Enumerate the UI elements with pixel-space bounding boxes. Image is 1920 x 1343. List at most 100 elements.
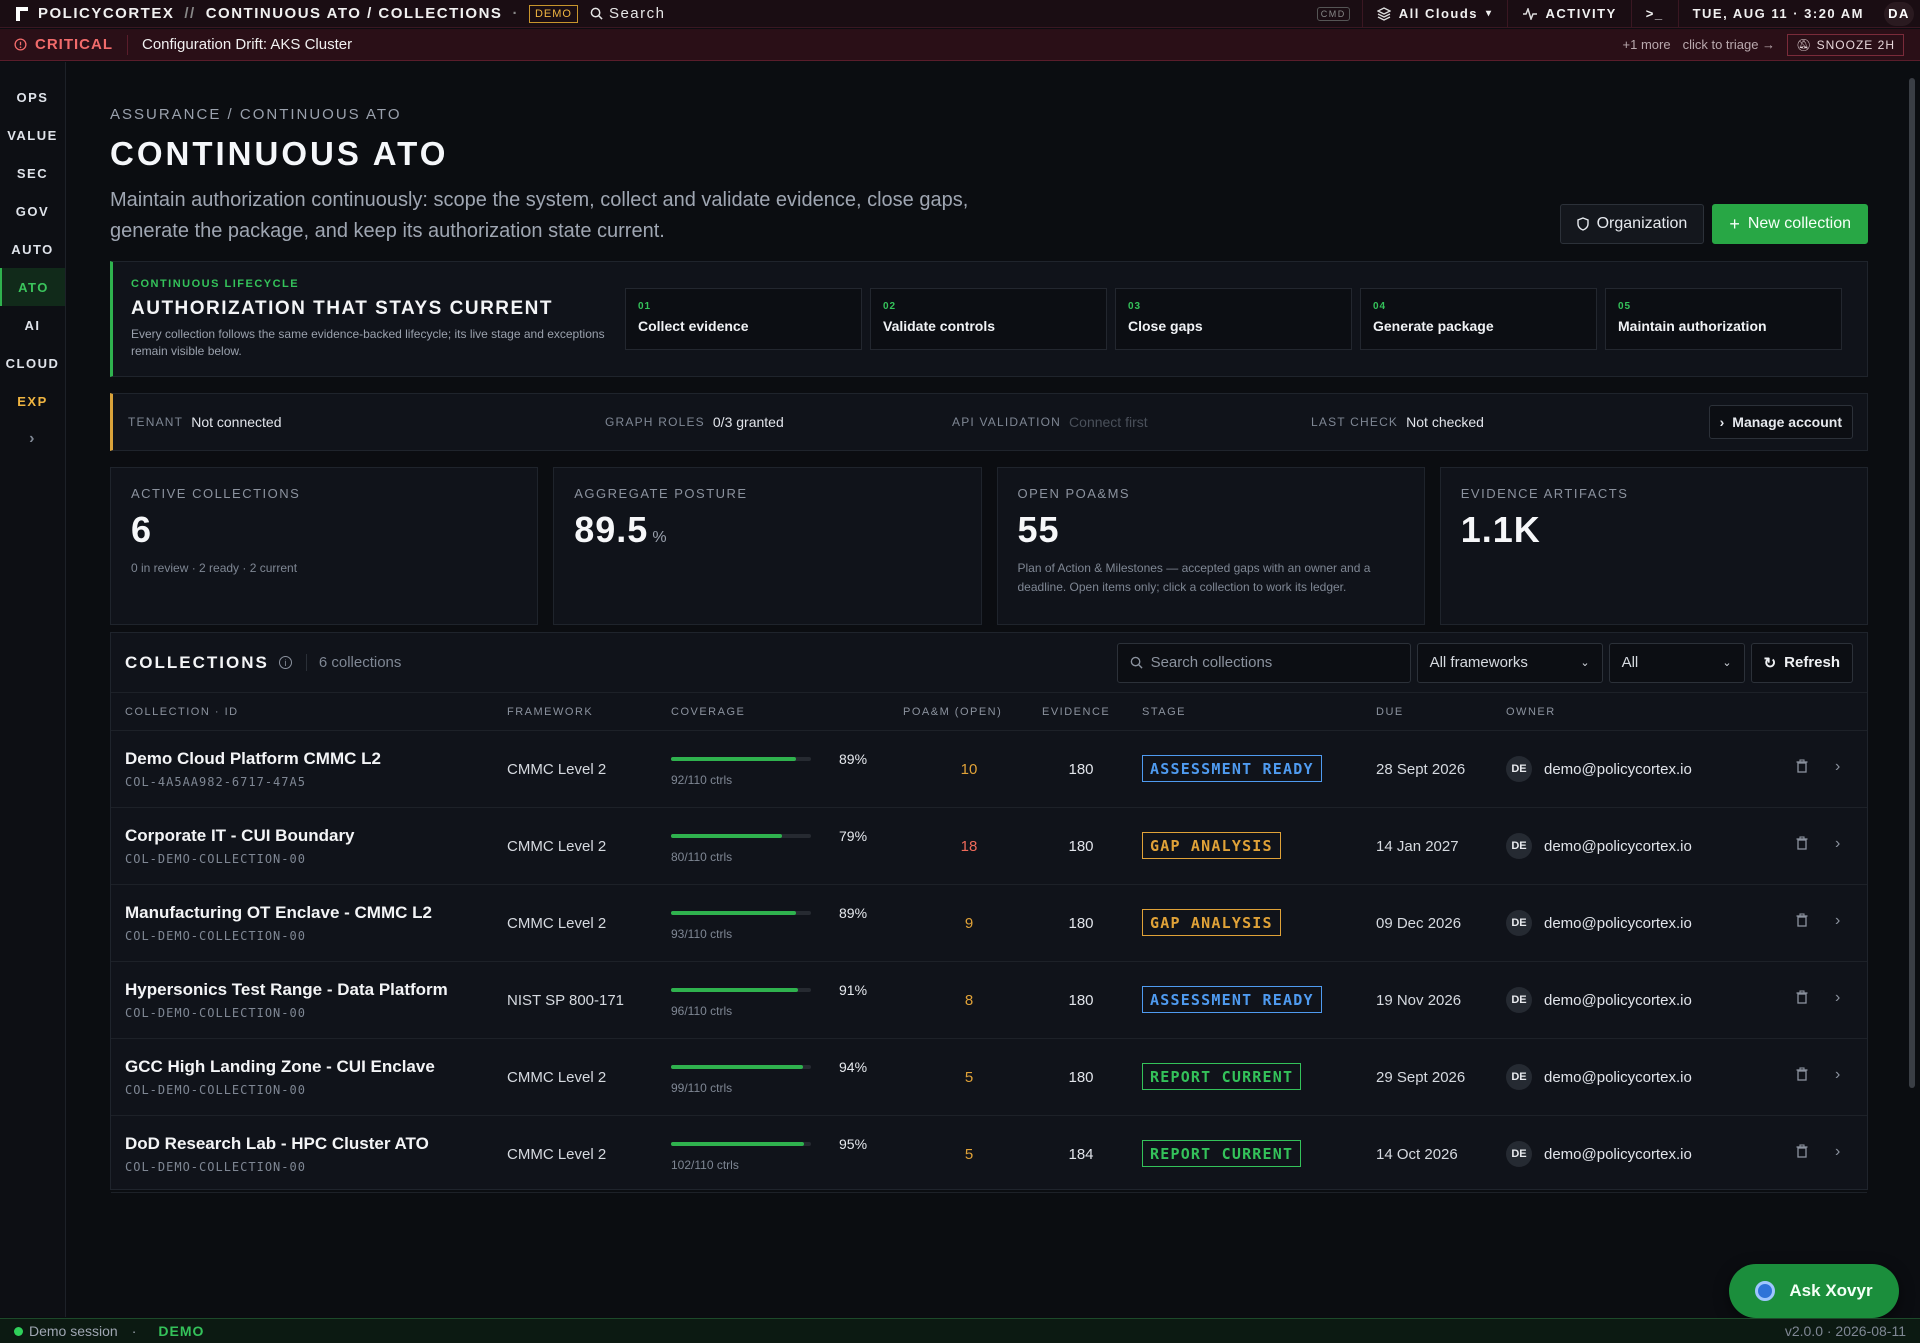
last-check-value: Not checked bbox=[1406, 414, 1484, 430]
collections-title: COLLECTIONS bbox=[125, 652, 269, 672]
coverage-percent: 79% bbox=[839, 828, 868, 844]
collection-framework: CMMC Level 2 bbox=[507, 1146, 607, 1163]
coverage-percent: 94% bbox=[839, 1059, 868, 1075]
sidebar-item-gov[interactable]: GOV bbox=[0, 192, 65, 230]
cloud-selector[interactable]: All Clouds ▾ bbox=[1361, 0, 1507, 28]
row-chevron-right-icon[interactable]: › bbox=[1835, 1143, 1840, 1161]
sidebar-expand-chevron-icon[interactable]: › bbox=[0, 420, 65, 458]
logo-icon bbox=[16, 6, 28, 21]
coverage-controls: 99/110 ctrls bbox=[671, 1081, 733, 1095]
collection-name[interactable]: Manufacturing OT Enclave - CMMC L2 bbox=[125, 903, 432, 923]
breadcrumb: ASSURANCE / CONTINUOUS ATO bbox=[110, 106, 402, 123]
alert-triage[interactable]: click to triage → bbox=[1683, 37, 1775, 52]
sidebar-item-auto[interactable]: AUTO bbox=[0, 230, 65, 268]
framework-select[interactable]: All frameworks ⌄ bbox=[1416, 642, 1603, 683]
alert-bar[interactable]: CRITICAL Configuration Drift: AKS Cluste… bbox=[0, 29, 1920, 61]
due-date: 29 Sept 2026 bbox=[1376, 1069, 1466, 1086]
new-collection-button[interactable]: + New collection bbox=[1712, 204, 1868, 244]
step-number: 04 bbox=[1373, 301, 1387, 312]
kpi-value: 55 bbox=[1017, 509, 1060, 550]
table-row[interactable]: GCC High Landing Zone - CUI Enclave COL-D… bbox=[111, 1039, 1867, 1116]
table-row[interactable]: Manufacturing OT Enclave - CMMC L2 COL-DE… bbox=[111, 885, 1867, 962]
kpi-label: AGGREGATE POSTURE bbox=[574, 486, 748, 501]
due-date: 19 Nov 2026 bbox=[1376, 992, 1462, 1009]
collection-framework: CMMC Level 2 bbox=[507, 761, 607, 778]
delete-icon[interactable] bbox=[1796, 1144, 1808, 1162]
terminal-button[interactable]: >_ bbox=[1630, 0, 1678, 28]
row-chevron-right-icon[interactable]: › bbox=[1835, 835, 1840, 853]
row-chevron-right-icon[interactable]: › bbox=[1835, 989, 1840, 1007]
activity-button[interactable]: ACTIVITY bbox=[1506, 0, 1631, 28]
coverage-bar-fill bbox=[671, 1142, 804, 1146]
delete-icon[interactable] bbox=[1796, 913, 1808, 931]
ask-xovyr-button[interactable]: Ask Xovyr bbox=[1729, 1264, 1899, 1318]
row-chevron-right-icon[interactable]: › bbox=[1835, 912, 1840, 930]
snooze-button[interactable]: 🔕︎ SNOOZE 2H bbox=[1787, 33, 1904, 56]
col-header-owner[interactable]: OWNER bbox=[1506, 706, 1556, 718]
col-header-framework[interactable]: FRAMEWORK bbox=[507, 706, 593, 718]
table-row[interactable]: Corporate IT - CUI Boundary COL-DEMO-COLL… bbox=[111, 808, 1867, 885]
table-row[interactable]: DoD Research Lab - HPC Cluster ATO COL-DE… bbox=[111, 1116, 1867, 1193]
manage-account-label: Manage account bbox=[1732, 414, 1842, 430]
delete-icon[interactable] bbox=[1796, 836, 1808, 854]
col-header-evidence[interactable]: EVIDENCE bbox=[1042, 706, 1110, 718]
alert-more[interactable]: +1 more bbox=[1623, 37, 1671, 52]
owner-email: demo@policycortex.io bbox=[1544, 1069, 1692, 1086]
evidence-count: 180 bbox=[1068, 1069, 1094, 1086]
owner-email: demo@policycortex.io bbox=[1544, 992, 1692, 1009]
sidebar-item-ai[interactable]: AI bbox=[0, 306, 65, 344]
row-chevron-right-icon[interactable]: › bbox=[1835, 758, 1840, 776]
delete-icon[interactable] bbox=[1796, 759, 1808, 777]
collections-header: COLLECTIONS i 6 collections Search colle… bbox=[111, 633, 1867, 693]
alert-message[interactable]: Configuration Drift: AKS Cluster bbox=[128, 36, 352, 53]
refresh-button[interactable]: ↻ Refresh bbox=[1750, 642, 1853, 683]
table-header: COLLECTION · ID FRAMEWORK COVERAGE POA&M… bbox=[111, 693, 1867, 731]
collection-name[interactable]: GCC High Landing Zone - CUI Enclave bbox=[125, 1057, 435, 1077]
col-header-coverage[interactable]: COVERAGE bbox=[671, 706, 745, 718]
collection-id: COL-DEMO-COLLECTION-00 bbox=[125, 1160, 306, 1174]
sidebar-item-ops[interactable]: OPS bbox=[0, 78, 65, 116]
sidebar-item-cloud[interactable]: CLOUD bbox=[0, 344, 65, 382]
manage-account-button[interactable]: › Manage account bbox=[1708, 405, 1853, 439]
collection-name[interactable]: Corporate IT - CUI Boundary bbox=[125, 826, 355, 846]
ask-xovyr-label: Ask Xovyr bbox=[1789, 1281, 1873, 1300]
owner-avatar: DE bbox=[1506, 910, 1532, 936]
collection-name[interactable]: DoD Research Lab - HPC Cluster ATO bbox=[125, 1134, 429, 1154]
col-header-stage[interactable]: STAGE bbox=[1142, 706, 1186, 718]
col-header-due[interactable]: DUE bbox=[1376, 706, 1404, 718]
col-header-poam[interactable]: POA&M (OPEN) bbox=[903, 706, 1002, 718]
delete-icon[interactable] bbox=[1796, 1067, 1808, 1085]
delete-icon[interactable] bbox=[1796, 990, 1808, 1008]
header-actions: Organization + New collection bbox=[1559, 204, 1868, 244]
sidebar-item-exp[interactable]: EXP bbox=[0, 382, 65, 420]
stage-select-value: All bbox=[1621, 654, 1639, 671]
coverage-bar-fill bbox=[671, 834, 782, 838]
col-header-name[interactable]: COLLECTION · ID bbox=[125, 706, 239, 718]
organization-button[interactable]: Organization bbox=[1559, 204, 1705, 244]
stage-badge: GAP ANALYSIS bbox=[1142, 909, 1281, 936]
stage-select[interactable]: All ⌄ bbox=[1608, 642, 1745, 683]
collection-name[interactable]: Demo Cloud Platform CMMC L2 bbox=[125, 749, 381, 769]
tenant-field: TENANT Not connected bbox=[128, 414, 282, 430]
page-scrollbar[interactable] bbox=[1909, 78, 1915, 1088]
top-search[interactable]: Search bbox=[590, 5, 666, 22]
collections-search-input[interactable]: Search collections bbox=[1116, 642, 1411, 683]
brand-name: POLICYCORTEX bbox=[38, 5, 175, 22]
user-avatar[interactable]: DA bbox=[1884, 1, 1914, 26]
chevron-down-icon: ⌄ bbox=[1722, 657, 1732, 669]
row-chevron-right-icon[interactable]: › bbox=[1835, 1066, 1840, 1084]
poam-count: 5 bbox=[964, 1146, 974, 1163]
table-row[interactable]: Hypersonics Test Range - Data Platform CO… bbox=[111, 962, 1867, 1039]
brand-separator: // bbox=[184, 5, 196, 22]
sidebar-item-sec[interactable]: SEC bbox=[0, 154, 65, 192]
activity-label: ACTIVITY bbox=[1545, 6, 1617, 21]
lifecycle-steps: 01 Collect evidence 02 Validate controls 0… bbox=[625, 288, 1842, 350]
brand[interactable]: POLICYCORTEX // CONTINUOUS ATO / COLLECT… bbox=[0, 5, 519, 22]
collections-count: 6 collections bbox=[305, 654, 401, 671]
collection-name[interactable]: Hypersonics Test Range - Data Platform bbox=[125, 980, 448, 1000]
lifecycle-step: 05 Maintain authorization bbox=[1605, 288, 1842, 350]
sidebar-item-ato[interactable]: ATO bbox=[0, 268, 65, 306]
sidebar-item-value[interactable]: VALUE bbox=[0, 116, 65, 154]
info-icon[interactable]: i bbox=[278, 656, 292, 669]
table-row[interactable]: Demo Cloud Platform CMMC L2 COL-4A5AA982-… bbox=[111, 731, 1867, 808]
